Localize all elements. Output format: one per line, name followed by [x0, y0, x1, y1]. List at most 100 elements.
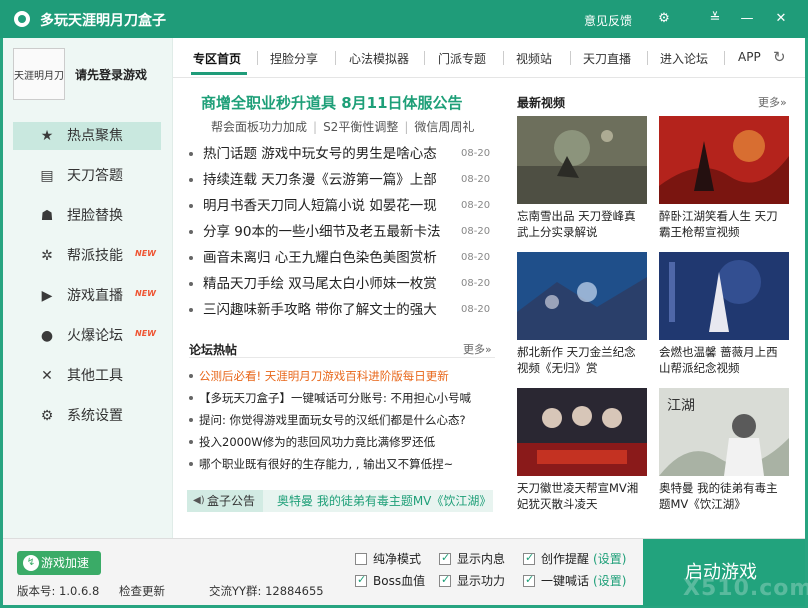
- settings-link[interactable]: (设置): [593, 574, 626, 588]
- tab-face-share[interactable]: 捏脸分享: [270, 50, 318, 67]
- check-update-link[interactable]: 检查更新: [119, 583, 165, 599]
- tab-school-topics[interactable]: 门派专题: [438, 50, 486, 67]
- sidebar-item-hot-focus[interactable]: ★ 热点聚焦: [13, 122, 161, 150]
- option-boss-hp[interactable]: Boss血值: [355, 572, 425, 589]
- feedback-link[interactable]: 意见反馈: [584, 12, 632, 29]
- sublink-guild-bonus[interactable]: 帮会面板功力加成: [211, 120, 307, 134]
- version-label: 版本号: 1.0.6.8: [17, 584, 100, 598]
- star-icon: ★: [40, 128, 54, 144]
- tab-enter-forum[interactable]: 进入论坛: [660, 50, 708, 67]
- sublink-wechat[interactable]: 微信周周礼: [414, 120, 474, 134]
- video-card[interactable]: 江湖 奥特曼 我的徒弟有毒主题MV《饮江湖》: [659, 388, 789, 512]
- video-thumbnail: [517, 116, 647, 204]
- video-card[interactable]: 天刀徽世凌天帮宣MV湘妃犹灭散斗凌天: [517, 388, 647, 512]
- sidebar-item-label: 系统设置: [67, 408, 123, 424]
- sidebar-item-settings[interactable]: ⚙ 系统设置: [13, 402, 161, 430]
- option-one-click-shout[interactable]: 一键喊话(设置): [523, 572, 626, 589]
- forum-more-link[interactable]: 更多»: [463, 341, 492, 357]
- settings-gear-icon[interactable]: ⚙: [654, 9, 674, 29]
- mask-icon: ☗: [40, 208, 54, 224]
- tab-xinfa-simulator[interactable]: 心法模拟器: [349, 50, 409, 67]
- checkbox[interactable]: [355, 572, 367, 588]
- tab-divider: [424, 51, 425, 65]
- tab-home[interactable]: 专区首页: [193, 50, 241, 67]
- start-game-button[interactable]: 启动游戏 X510.com: [643, 539, 808, 606]
- forum-post[interactable]: 哪个职业既有很好的生存能力, , 输出又不算低捏~: [189, 453, 499, 475]
- forum-section-title: 论坛热帖: [189, 343, 238, 357]
- sidebar-item-live[interactable]: ▶ 游戏直播 NEW: [13, 282, 161, 310]
- sidebar-item-face-replace[interactable]: ☗ 捏脸替换: [13, 202, 161, 230]
- option-show-neixi[interactable]: 显示内息: [439, 550, 505, 567]
- forum-post[interactable]: 公测后必看! 天涯明月刀游戏百科进阶版每日更新: [189, 365, 499, 387]
- refresh-icon[interactable]: ↻: [773, 48, 786, 66]
- tab-live[interactable]: 天刀直播: [583, 50, 631, 67]
- tab-divider: [570, 51, 571, 65]
- video-card[interactable]: 忘南雪出品 天刀登峰真武上分实录解说: [517, 116, 647, 240]
- sidebar-item-guild-skills[interactable]: ✲ 帮派技能 NEW: [13, 242, 161, 270]
- news-item[interactable]: 持续连载 天刀条漫《云游第一篇》上部 08-20: [189, 168, 495, 192]
- news-item[interactable]: 三闪趣味新手攻略 带你了解文士的强大 08-20: [189, 298, 495, 322]
- game-accelerate-button[interactable]: ↯ 游戏加速: [17, 551, 101, 575]
- headline-link[interactable]: 商增全职业秒升道具 8月11日体服公告: [201, 92, 463, 113]
- sidebar-item-label: 热点聚焦: [67, 128, 123, 144]
- videos-more-link[interactable]: 更多»: [758, 94, 787, 110]
- login-link[interactable]: 请先登录游戏: [75, 66, 147, 83]
- video-card[interactable]: 醉卧江湖笑看人生 天刀霸王枪帮宣视频: [659, 116, 789, 240]
- new-badge: NEW: [135, 249, 156, 258]
- avatar[interactable]: 天涯明月刀: [13, 48, 65, 100]
- video-caption: 忘南雪出品 天刀登峰真武上分实录解说: [517, 209, 636, 239]
- watermark: X510.com: [683, 576, 808, 601]
- title-bar: 多玩天涯明月刀盒子 意见反馈 ⚙ ≚ — ✕: [0, 0, 808, 38]
- notice-link[interactable]: 奥特曼 我的徒弟有毒主题MV《饮江湖》: [277, 490, 491, 512]
- checkbox[interactable]: [523, 572, 535, 588]
- sublink-balance[interactable]: S2平衡性调整: [323, 120, 398, 134]
- accelerate-icon: ↯: [23, 555, 39, 571]
- video-card[interactable]: 会燃也温馨 蔷薇月上西山帮派纪念视频: [659, 252, 789, 376]
- main-content: 专区首页 捏脸分享 心法模拟器 门派专题 视频站 天刀直播 进入论坛 APP ↻…: [173, 38, 805, 538]
- sidebar-item-label: 捏脸替换: [67, 208, 123, 224]
- settings-link[interactable]: (设置): [593, 552, 626, 566]
- option-pure-mode[interactable]: 纯净模式: [355, 551, 421, 567]
- sidebar-item-forum[interactable]: ● 火爆论坛 NEW: [13, 322, 161, 350]
- tab-app[interactable]: APP: [738, 50, 761, 64]
- videos-section-title: 最新视频: [517, 96, 566, 110]
- menu-icon[interactable]: ≚: [705, 9, 725, 29]
- video-thumbnail: 江湖: [659, 388, 789, 476]
- checkbox[interactable]: [523, 550, 535, 566]
- video-thumbnail: [517, 252, 647, 340]
- forum-post[interactable]: 【多玩天刀盒子】一键喊话可分账号: 不用担心小号喊: [189, 387, 499, 409]
- footer: ↯ 游戏加速 版本号: 1.0.6.8 检查更新 交流YY群: 12884655 …: [3, 538, 808, 606]
- video-caption: 醉卧江湖笑看人生 天刀霸王枪帮宣视频: [659, 209, 778, 239]
- option-creation-reminder[interactable]: 创作提醒(设置): [523, 550, 626, 567]
- checkbox[interactable]: [355, 553, 367, 565]
- checkbox[interactable]: [439, 550, 451, 566]
- sidebar-item-label: 其他工具: [67, 368, 123, 384]
- minimize-icon[interactable]: —: [737, 9, 757, 29]
- news-item[interactable]: 分享 90本的一些小细节及老五最新卡法 08-20: [189, 220, 495, 244]
- app-body: 天涯明月刀 请先登录游戏 ★ 热点聚焦 ▤ 天刀答题 ☗ 捏脸替换 ✲ 帮派技能…: [3, 38, 808, 606]
- sidebar-item-tools[interactable]: ✕ 其他工具: [13, 362, 161, 390]
- forum-post[interactable]: 提问: 你觉得游戏里面玩女号的汉纸们都是什么心态?: [189, 409, 499, 431]
- box-notice: ◀) 盒子公告 奥特曼 我的徒弟有毒主题MV《饮江湖》: [187, 490, 493, 512]
- news-item[interactable]: 热门话题 游戏中玩女号的男生是啥心态 08-20: [189, 142, 495, 166]
- tab-bar: 专区首页 捏脸分享 心法模拟器 门派专题 视频站 天刀直播 进入论坛 APP ↻: [173, 38, 805, 78]
- app-logo-icon: [14, 11, 30, 27]
- video-thumbnail: [659, 116, 789, 204]
- sidebar-item-label: 火爆论坛: [67, 328, 123, 344]
- tab-video-site[interactable]: 视频站: [516, 50, 552, 67]
- sidebar-item-label: 游戏直播: [67, 288, 123, 304]
- option-show-power[interactable]: 显示功力: [439, 572, 505, 589]
- video-card[interactable]: 郝北新作 天刀金兰纪念视频《无归》赏: [517, 252, 647, 376]
- close-icon[interactable]: ✕: [771, 9, 791, 29]
- forum-post[interactable]: 投入2000W修为的悲回风功力竟比满修罗还低: [189, 431, 499, 453]
- sidebar-item-quiz[interactable]: ▤ 天刀答题: [13, 162, 161, 190]
- news-item[interactable]: 精品天刀手绘 双马尾太白小师妹一枚赏 08-20: [189, 272, 495, 296]
- chat-icon: ●: [40, 328, 54, 344]
- news-item[interactable]: 画音未离归 心王九耀白色染色美图赏析 08-20: [189, 246, 495, 270]
- checkbox[interactable]: [439, 572, 451, 588]
- news-item[interactable]: 明月书香天刀同人短篇小说 如晏花一现 08-20: [189, 194, 495, 218]
- notice-label: ◀) 盒子公告: [187, 490, 263, 512]
- speaker-icon: ◀): [193, 495, 205, 506]
- divider: [189, 357, 495, 358]
- video-caption: 会燃也温馨 蔷薇月上西山帮派纪念视频: [659, 345, 778, 375]
